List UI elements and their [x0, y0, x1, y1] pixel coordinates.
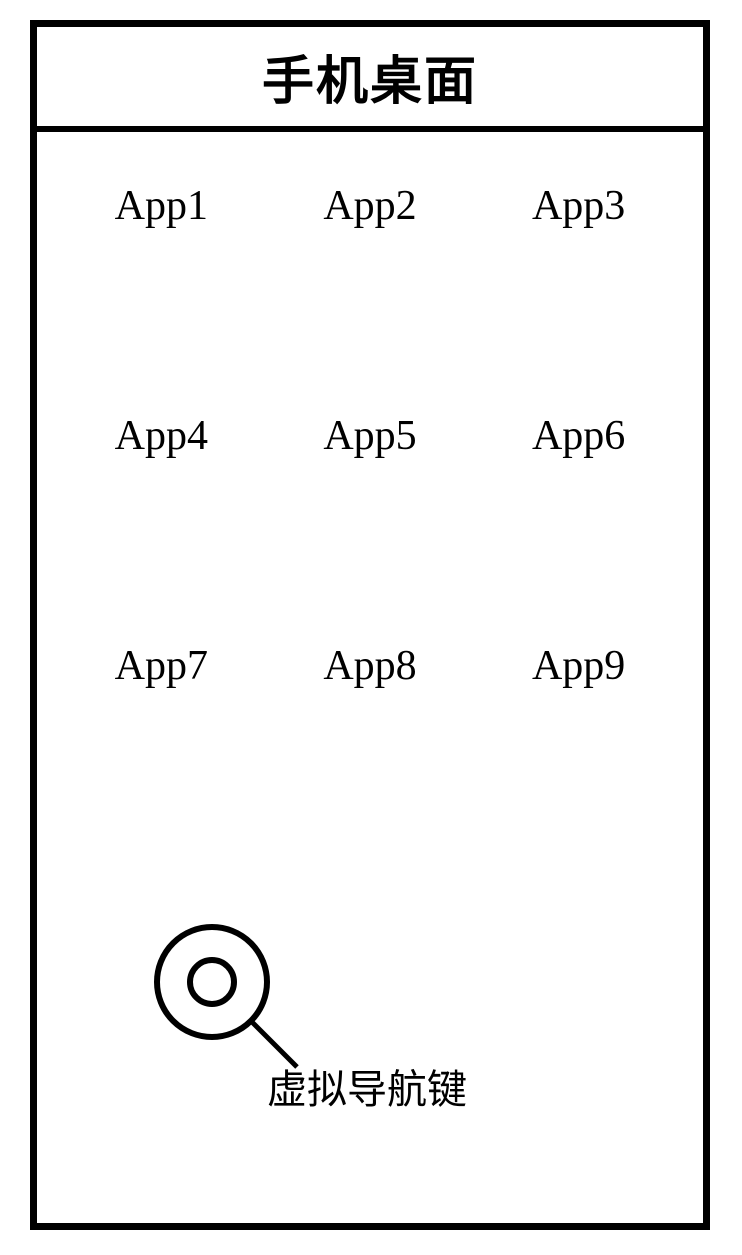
app-icon-6[interactable]: App6 [489, 412, 669, 460]
app-grid: App1 App2 App3 App4 App5 App6 App7 App8 … [37, 132, 703, 832]
app-icon-9[interactable]: App9 [489, 642, 669, 690]
app-icon-2[interactable]: App2 [280, 182, 460, 230]
page-title: 手机桌面 [262, 39, 478, 114]
app-icon-1[interactable]: App1 [71, 182, 251, 230]
header-bar: 手机桌面 [37, 27, 703, 132]
virtual-nav-key-label: 虚拟导航键 [267, 1057, 467, 1115]
app-icon-7[interactable]: App7 [71, 642, 251, 690]
app-icon-8[interactable]: App8 [280, 642, 460, 690]
app-icon-4[interactable]: App4 [71, 412, 251, 460]
app-icon-3[interactable]: App3 [489, 182, 669, 230]
app-row: App7 App8 App9 [37, 642, 703, 690]
app-icon-5[interactable]: App5 [280, 412, 460, 460]
phone-frame: 手机桌面 App1 App2 App3 App4 App5 App6 App7 … [30, 20, 710, 1230]
app-row: App1 App2 App3 [37, 182, 703, 230]
app-row: App4 App5 App6 [37, 412, 703, 460]
virtual-nav-area: 虚拟导航键 [137, 907, 537, 1157]
